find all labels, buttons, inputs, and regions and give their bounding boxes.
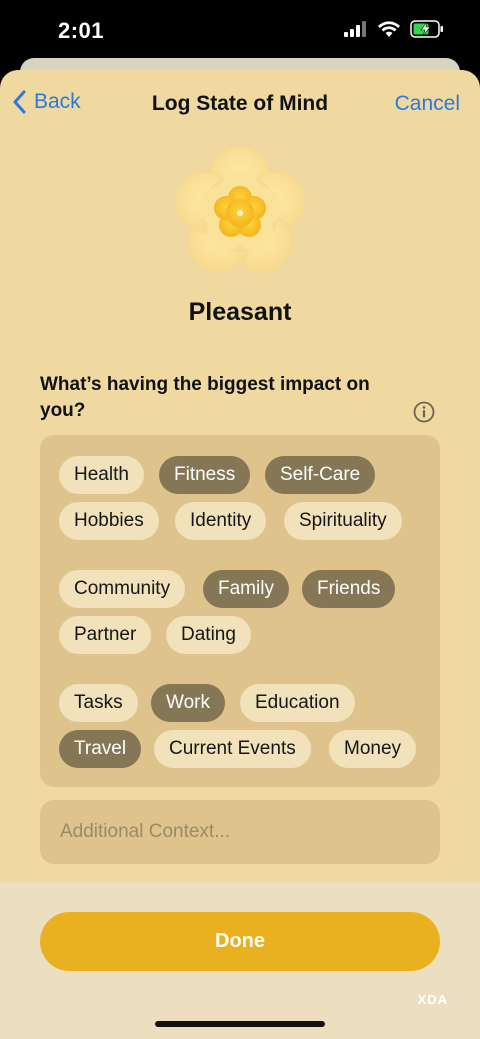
chip-fitness[interactable]: Fitness	[159, 456, 251, 494]
chip-travel[interactable]: Travel	[59, 730, 142, 768]
chip-tasks[interactable]: Tasks	[59, 684, 138, 722]
info-icon[interactable]	[413, 401, 435, 423]
chip-hobbies[interactable]: Hobbies	[59, 502, 159, 540]
chip-partner[interactable]: Partner	[59, 616, 152, 654]
chip-money[interactable]: Money	[329, 730, 417, 768]
impact-chip-panel: Health Fitness Self-Care Hobbies Identit…	[40, 435, 440, 787]
pleasant-flower-icon	[175, 146, 305, 273]
additional-context-field[interactable]	[40, 800, 440, 864]
bottom-area: Done XDA	[0, 882, 480, 1039]
cellular-signal-icon	[344, 21, 366, 37]
navigation-bar: Back Log State of Mind Cancel	[0, 70, 480, 140]
chip-health[interactable]: Health	[59, 456, 144, 494]
chip-identity[interactable]: Identity	[175, 502, 267, 540]
chip-friends[interactable]: Friends	[302, 570, 396, 608]
wifi-icon	[378, 21, 400, 37]
done-button[interactable]: Done	[40, 912, 440, 971]
chip-current-events[interactable]: Current Events	[154, 730, 311, 768]
chip-education[interactable]: Education	[240, 684, 355, 722]
impact-question: What’s having the biggest impact on you?	[40, 374, 370, 421]
log-state-of-mind-sheet: Back Log State of Mind Cancel Pleasant W…	[0, 70, 480, 1039]
chip-dating[interactable]: Dating	[166, 616, 251, 654]
mood-label: Pleasant	[188, 298, 292, 326]
chip-work[interactable]: Work	[151, 684, 225, 722]
cancel-button[interactable]: Cancel	[395, 92, 460, 116]
home-indicator	[155, 1021, 325, 1027]
status-bar: 2:01	[0, 0, 480, 60]
chip-community[interactable]: Community	[59, 570, 186, 608]
additional-context-input[interactable]	[40, 800, 440, 864]
watermark-logo: XDA	[417, 992, 448, 1007]
chip-family[interactable]: Family	[203, 570, 289, 608]
chip-self-care[interactable]: Self-Care	[265, 456, 376, 494]
chip-spirituality[interactable]: Spirituality	[284, 502, 402, 540]
status-time: 2:01	[58, 18, 105, 43]
status-icons	[344, 20, 444, 38]
battery-charging-icon	[410, 20, 443, 38]
